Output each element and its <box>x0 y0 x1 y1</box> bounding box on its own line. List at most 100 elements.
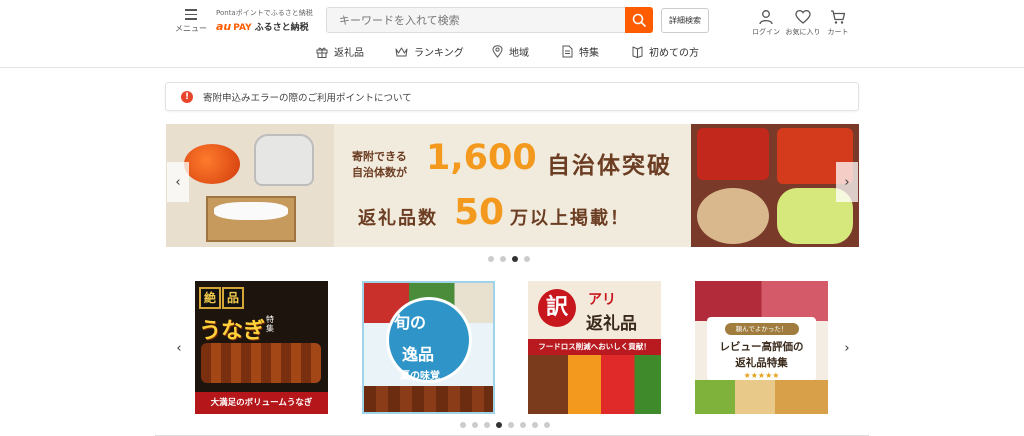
fruit-image <box>695 380 828 414</box>
card-dot[interactable] <box>472 422 478 428</box>
menu-button[interactable]: メニュー <box>174 9 208 34</box>
logo-furusato: ふるさと納税 <box>254 23 309 33</box>
advanced-search-button[interactable]: 詳細検索 <box>661 8 709 33</box>
hero-big-number: 1,600 <box>426 138 537 178</box>
hero-next-arrow[interactable]: › <box>836 162 858 202</box>
card1-bottom-label: 大満足のボリュームうなぎ <box>195 392 328 414</box>
crown-icon <box>395 47 408 56</box>
hero-dot-active[interactable] <box>512 256 518 262</box>
card1-tag2: 品 <box>222 287 244 309</box>
logo-au: au <box>216 20 232 33</box>
card-dot-active[interactable] <box>496 422 502 428</box>
map-pin-icon <box>492 45 503 58</box>
nav-label-gifts: 返礼品 <box>334 48 364 59</box>
user-icon <box>759 10 773 25</box>
card4-tag: 頼んでよかった！ <box>724 323 799 335</box>
card2-title2: 逸品 <box>402 345 435 364</box>
heart-icon <box>795 9 811 24</box>
card-dot[interactable] <box>532 422 538 428</box>
card-dot[interactable] <box>520 422 526 428</box>
card3-kanji-badge: 訳 <box>538 289 576 327</box>
hero-dot[interactable] <box>524 256 530 262</box>
hamburger-icon <box>185 9 197 20</box>
card3-strip: フードロス削減へおいしく貢献！ <box>528 339 661 355</box>
search-icon <box>632 13 646 27</box>
favorites-label: お気に入り <box>785 28 821 36</box>
card2-title1: 旬の <box>394 313 427 332</box>
nav-item-features[interactable]: 特集 <box>562 44 599 59</box>
hero-dot[interactable] <box>500 256 506 262</box>
feature-card-reviews[interactable]: 頼んでよかった！ レビュー高評価の 返礼品特集 ★★★★★ <box>695 281 828 414</box>
eel-image <box>201 343 321 383</box>
card2-title3: 夏の味覚 <box>400 371 440 382</box>
grilled-food-image <box>364 386 493 412</box>
hero-right-image <box>691 124 859 247</box>
notice-banner[interactable]: ! 寄附申込みエラーの際のご利用ポイントについて <box>165 82 859 111</box>
cart-label: カート <box>827 28 849 36</box>
nav-label-beginners: 初めての方 <box>649 48 699 59</box>
logo-pay: PAY <box>233 23 252 33</box>
card-dot[interactable] <box>508 422 514 428</box>
nav-label-region: 地域 <box>509 48 529 59</box>
gift-icon <box>316 47 328 58</box>
cart-button[interactable]: カート <box>820 9 856 37</box>
nav-item-beginners[interactable]: 初めての方 <box>632 44 699 59</box>
rice-box-image <box>206 196 296 242</box>
notice-text: 寄附申込みエラーの際のご利用ポイントについて <box>203 92 412 104</box>
hero-line1c: 自治体突破 <box>547 153 672 179</box>
card4-panel: 頼んでよかった！ レビュー高評価の 返礼品特集 ★★★★★ <box>707 317 816 381</box>
card1-tag1: 絶 <box>199 287 221 309</box>
beef-image <box>697 128 769 180</box>
document-icon <box>562 45 573 58</box>
cart-icon <box>831 10 846 24</box>
card3-ari: アリ <box>588 292 616 308</box>
logo-subtitle: Pontaポイントでふるさと納税 <box>216 9 313 17</box>
meat-image <box>695 281 828 321</box>
site-header: メニュー Pontaポイントでふるさと納税 au PAY ふるさと納税 詳細検索… <box>0 0 1024 68</box>
hero-line1a: 寄附できる <box>352 150 407 163</box>
search-input[interactable] <box>326 7 626 33</box>
search-button[interactable] <box>625 7 653 33</box>
card1-side-label: 特集 <box>266 315 274 333</box>
nav-item-ranking[interactable]: ランキング <box>395 44 464 59</box>
feature-card-wakeari[interactable]: 訳 アリ 返礼品 フードロス削減へおいしく貢献！ <box>528 281 661 414</box>
cards-prev-arrow[interactable]: ‹ <box>168 328 190 368</box>
feature-card-unagi[interactable]: 絶 品 うなぎ 特集 大満足のボリュームうなぎ <box>195 281 328 414</box>
favorites-button[interactable]: お気に入り <box>785 9 821 37</box>
ikura-image <box>184 144 240 184</box>
nav-item-region[interactable]: 地域 <box>492 44 529 59</box>
nav-label-ranking: ランキング <box>414 48 464 59</box>
card-dot[interactable] <box>460 422 466 428</box>
card1-title: うなぎ <box>199 319 266 344</box>
hero-copy: 寄附できる 自治体数が 1,600 自治体突破 返礼品数 50 万以上掲載！ <box>334 124 691 247</box>
card4-title2: 返礼品特集 <box>735 357 788 369</box>
hero-line2b: 万以上掲載！ <box>510 208 630 229</box>
card-dot[interactable] <box>544 422 550 428</box>
alert-icon: ! <box>181 90 193 103</box>
rice-cooker-image <box>254 134 314 186</box>
cards-pagination <box>460 422 556 428</box>
card3-title: 返礼品 <box>586 314 637 334</box>
hero-line2a: 返礼品数 <box>358 208 438 229</box>
hero-pagination <box>488 256 536 262</box>
main-nav: 返礼品 ランキング 地域 特集 初めての方 <box>0 44 1024 60</box>
nav-item-gifts[interactable]: 返礼品 <box>316 44 364 59</box>
logo-main: au PAY ふるさと納税 <box>216 20 326 33</box>
hero-banner[interactable]: 寄附できる 自治体数が 1,600 自治体突破 返礼品数 50 万以上掲載！ <box>166 124 859 247</box>
feature-card-seasonal[interactable]: 旬の 逸品 夏の味覚 <box>362 281 495 414</box>
login-label: ログイン <box>752 28 780 36</box>
menu-label: メニュー <box>175 23 207 33</box>
hero-line1b: 自治体数が <box>352 166 407 179</box>
hero-prev-arrow[interactable]: ‹ <box>167 162 189 202</box>
hero-big-number2: 50 <box>454 192 505 233</box>
nav-label-features: 特集 <box>579 48 599 59</box>
hotpot-image <box>697 188 769 244</box>
wakeari-food-image <box>528 355 661 414</box>
cards-next-arrow[interactable]: › <box>836 328 858 368</box>
card-dot[interactable] <box>484 422 490 428</box>
site-logo[interactable]: Pontaポイントでふるさと納税 au PAY ふるさと納税 <box>216 8 326 33</box>
hero-left-image <box>166 124 334 247</box>
login-button[interactable]: ログイン <box>748 9 784 37</box>
card1-tag: 絶 品 <box>199 287 245 309</box>
hero-dot[interactable] <box>488 256 494 262</box>
